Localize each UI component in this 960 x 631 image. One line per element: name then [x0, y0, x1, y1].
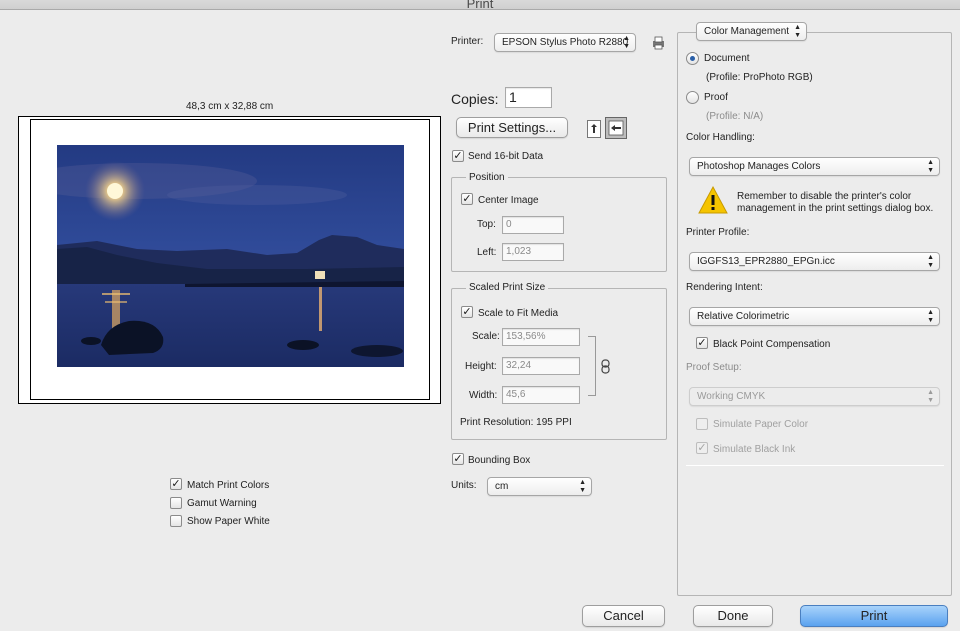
document-profile-text: (Profile: ProPhoto RGB): [706, 72, 813, 83]
center-image-label: Center Image: [478, 195, 539, 206]
bounding-box-checkbox[interactable]: ✓: [452, 453, 464, 465]
proof-label: Proof: [704, 92, 728, 103]
width-input[interactable]: 45,6: [502, 386, 580, 404]
print-resolution-text: Print Resolution: 195 PPI: [460, 417, 572, 428]
color-management-select[interactable]: Color Management ▲ ▼: [696, 22, 807, 41]
done-button[interactable]: Done: [693, 605, 773, 627]
landscape-orientation-icon[interactable]: [605, 117, 627, 139]
printer-select-value: EPSON Stylus Photo R2880: [502, 37, 629, 48]
gamut-warning-checkbox[interactable]: [170, 497, 182, 509]
send-16bit-checkbox[interactable]: ✓: [452, 150, 464, 162]
proof-radio[interactable]: [686, 91, 699, 104]
color-handling-label: Color Handling:: [686, 132, 755, 143]
cancel-button[interactable]: Cancel: [582, 605, 665, 627]
rendering-intent-select[interactable]: Relative Colorimetric ▲ ▼: [689, 307, 940, 326]
printer-label: Printer:: [451, 36, 484, 47]
send-16bit-label: Send 16-bit Data: [468, 151, 544, 162]
printer-setup-icon[interactable]: [652, 36, 665, 50]
print-button[interactable]: Print: [800, 605, 948, 627]
popup-arrows-icon: ▲ ▼: [927, 253, 934, 269]
simulate-paper-color-checkbox[interactable]: [696, 418, 708, 430]
left-label: Left:: [477, 247, 497, 258]
document-radio[interactable]: [686, 52, 699, 65]
units-select-value: cm: [495, 481, 509, 492]
bounding-box-label: Bounding Box: [468, 455, 531, 466]
popup-arrows-icon: ▲ ▼: [927, 308, 934, 324]
copies-input[interactable]: 1: [505, 87, 552, 108]
scale-input[interactable]: 153,56%: [502, 328, 580, 346]
simulate-paper-color-label: Simulate Paper Color: [713, 419, 809, 430]
center-image-checkbox[interactable]: ✓: [461, 193, 473, 205]
height-label: Height:: [465, 361, 497, 372]
printer-profile-label: Printer Profile:: [686, 227, 750, 238]
popup-arrows-icon: ▲ ▼: [579, 478, 586, 494]
link-chain-icon[interactable]: [601, 359, 610, 374]
printer-profile-value: IGGFS13_EPR2880_EPGn.icc: [697, 256, 835, 267]
simulate-black-ink-label: Simulate Black Ink: [713, 444, 796, 455]
black-point-compensation-checkbox[interactable]: ✓: [696, 337, 708, 349]
proof-setup-label: Proof Setup:: [686, 362, 742, 373]
color-handling-value: Photoshop Manages Colors: [697, 161, 821, 172]
gamut-warning-label: Gamut Warning: [187, 498, 257, 509]
width-label: Width:: [469, 390, 498, 401]
rendering-intent-value: Relative Colorimetric: [697, 311, 790, 322]
warning-message: Remember to disable the printer's color …: [737, 191, 934, 214]
moonlit-lake-photo: [57, 145, 404, 367]
color-handling-select[interactable]: Photoshop Manages Colors ▲ ▼: [689, 157, 940, 176]
height-input[interactable]: 32,24: [502, 357, 580, 375]
window-title: Print: [466, 0, 494, 11]
show-paper-white-checkbox[interactable]: [170, 515, 182, 527]
popup-arrows-icon: ▲ ▼: [927, 388, 934, 404]
printer-select[interactable]: EPSON Stylus Photo R2880 ▲ ▼: [494, 33, 636, 52]
left-input[interactable]: 1,023: [502, 243, 564, 261]
scale-to-fit-label: Scale to Fit Media: [478, 308, 559, 319]
position-group-title: Position: [466, 172, 508, 183]
popup-arrows-icon: ▲ ▼: [623, 34, 630, 50]
printer-profile-select[interactable]: IGGFS13_EPR2880_EPGn.icc ▲ ▼: [689, 252, 940, 271]
top-label: Top:: [477, 219, 496, 230]
print-settings-button[interactable]: Print Settings...: [456, 117, 568, 138]
copies-label: Copies:: [451, 91, 499, 107]
match-print-colors-label: Match Print Colors: [187, 480, 270, 491]
warning-icon: [698, 185, 728, 215]
black-point-compensation-label: Black Point Compensation: [713, 339, 831, 350]
units-label: Units:: [451, 480, 477, 491]
top-input[interactable]: 0: [502, 216, 564, 234]
scaled-print-size-title: Scaled Print Size: [466, 282, 549, 293]
simulate-black-ink-checkbox[interactable]: ✓: [696, 442, 708, 454]
preview-image[interactable]: [57, 145, 404, 367]
proof-setup-value: Working CMYK: [697, 391, 766, 402]
proof-setup-select[interactable]: Working CMYK ▲ ▼: [689, 387, 940, 406]
section-divider: [686, 465, 944, 466]
scale-label: Scale:: [472, 331, 500, 342]
constrain-bracket: [588, 336, 596, 396]
rendering-intent-label: Rendering Intent:: [686, 282, 763, 293]
print-preview: [18, 116, 441, 404]
units-select[interactable]: cm ▲ ▼: [487, 477, 592, 496]
show-paper-white-label: Show Paper White: [187, 516, 270, 527]
color-management-value: Color Management: [704, 26, 790, 37]
popup-arrows-icon: ▲ ▼: [927, 158, 934, 174]
paper-dimensions: 48,3 cm x 32,88 cm: [186, 101, 274, 112]
match-print-colors-checkbox[interactable]: ✓: [170, 478, 182, 490]
portrait-orientation-icon[interactable]: [587, 120, 601, 138]
popup-arrows-icon: ▲ ▼: [794, 23, 801, 39]
scale-to-fit-checkbox[interactable]: ✓: [461, 306, 473, 318]
document-label: Document: [704, 53, 750, 64]
title-bar: Print: [0, 0, 960, 11]
proof-profile-text: (Profile: N/A): [706, 111, 764, 122]
